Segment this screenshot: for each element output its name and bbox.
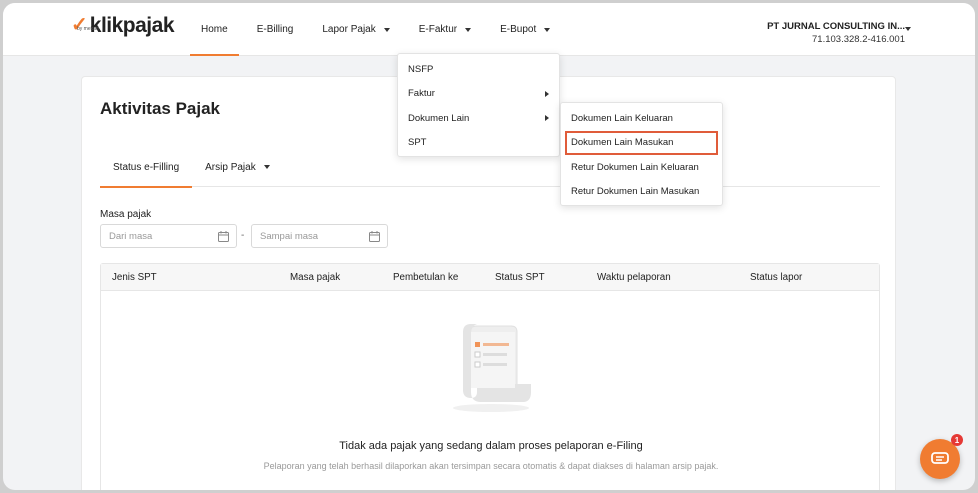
- submenu-retur-dokumen-lain-keluaran[interactable]: Retur Dokumen Lain Keluaran: [561, 155, 722, 180]
- date-range-separator: -: [241, 230, 245, 241]
- caret-down-icon: [465, 27, 472, 32]
- submenu-retur-keluaran-label: Retur Dokumen Lain Keluaran: [571, 161, 699, 173]
- menu-item-spt[interactable]: SPT: [398, 131, 559, 156]
- col-status-lapor: Status lapor: [750, 272, 803, 283]
- nav-e-bupot-label: E-Bupot: [500, 24, 537, 35]
- caret-down-icon: [383, 27, 390, 32]
- nav-e-bupot[interactable]: E-Bupot: [489, 3, 561, 56]
- menu-item-faktur[interactable]: Faktur: [398, 82, 559, 107]
- menu-item-nsfp-label: NSFP: [408, 63, 434, 75]
- submenu-dokumen-lain-masukan-label: Dokumen Lain Masukan: [571, 137, 674, 149]
- account-caret-down-icon[interactable]: [905, 27, 911, 31]
- menu-item-dokumen-lain-label: Dokumen Lain: [408, 112, 470, 124]
- nav-e-billing[interactable]: E-Billing: [246, 3, 305, 56]
- submenu-retur-masukan-label: Retur Dokumen Lain Masukan: [571, 186, 700, 198]
- nav-lapor-pajak-label: Lapor Pajak: [322, 24, 376, 35]
- tab-status-efilling-label: Status e-Filling: [113, 161, 180, 173]
- main-nav: Home E-Billing Lapor Pajak E-Faktur E-Bu…: [190, 3, 568, 56]
- spt-table: Jenis SPT Masa pajak Pembetulan ke Statu…: [100, 263, 880, 490]
- chat-icon: [931, 452, 949, 464]
- account-npwp: 71.103.328.2-416.001: [812, 34, 905, 45]
- menu-item-nsfp[interactable]: NSFP: [398, 57, 559, 82]
- empty-document-illustration: [453, 324, 531, 412]
- caret-down-icon: [544, 27, 551, 32]
- logo-subtext: by mekari: [77, 26, 99, 32]
- menu-item-dokumen-lain[interactable]: Dokumen Lain: [398, 106, 559, 131]
- empty-state-title: Tidak ada pajak yang sedang dalam proses…: [339, 440, 643, 452]
- submenu-dokumen-lain-keluaran-label: Dokumen Lain Keluaran: [571, 112, 673, 124]
- top-navbar: ✓ klikpajak by mekari Home E-Billing Lap…: [3, 3, 975, 56]
- account-name: PT JURNAL CONSULTING IN...: [767, 21, 905, 32]
- logo-check-icon: ✓: [71, 14, 88, 36]
- efaktur-dropdown-menu: NSFP Faktur Dokumen Lain SPT: [397, 53, 560, 157]
- col-pembetulan: Pembetulan ke: [393, 272, 459, 283]
- empty-state-description: Pelaporan yang telah berhasil dilaporkan…: [263, 461, 719, 471]
- submenu-dokumen-lain-keluaran[interactable]: Dokumen Lain Keluaran: [561, 106, 722, 131]
- nav-lapor-pajak[interactable]: Lapor Pajak: [311, 3, 400, 56]
- table-header: Jenis SPT Masa pajak Pembetulan ke Statu…: [101, 264, 879, 291]
- tab-arsip-pajak[interactable]: Arsip Pajak: [192, 147, 283, 187]
- calendar-icon: [369, 231, 380, 242]
- chevron-right-icon: [545, 115, 549, 121]
- col-masa-pajak: Masa pajak: [290, 272, 341, 283]
- submenu-retur-dokumen-lain-masukan[interactable]: Retur Dokumen Lain Masukan: [561, 180, 722, 205]
- col-waktu-pelaporan: Waktu pelaporan: [597, 272, 671, 283]
- account-switcher[interactable]: PT JURNAL CONSULTING IN... 71.103.328.2-…: [767, 20, 905, 46]
- caret-down-icon: [263, 165, 270, 169]
- col-jenis-spt: Jenis SPT: [112, 272, 157, 283]
- menu-item-spt-label: SPT: [408, 137, 427, 149]
- date-from-placeholder: Dari masa: [109, 230, 153, 242]
- chevron-right-icon: [545, 90, 549, 97]
- submenu-dokumen-lain-masukan[interactable]: Dokumen Lain Masukan: [565, 130, 718, 155]
- nav-home-label: Home: [201, 24, 228, 35]
- logo-text: klikpajak: [89, 14, 175, 37]
- col-status-spt: Status SPT: [495, 272, 545, 283]
- menu-item-faktur-label: Faktur: [408, 88, 435, 100]
- dokumen-lain-submenu: Dokumen Lain Keluaran Dokumen Lain Masuk…: [560, 102, 723, 206]
- calendar-icon: [218, 231, 229, 242]
- date-to-input[interactable]: Sampai masa: [251, 224, 388, 248]
- nav-e-faktur-label: E-Faktur: [418, 24, 458, 35]
- masa-pajak-label: Masa pajak: [100, 209, 152, 220]
- nav-home[interactable]: Home: [190, 3, 239, 56]
- nav-e-faktur[interactable]: E-Faktur: [408, 3, 482, 56]
- date-to-placeholder: Sampai masa: [260, 230, 319, 242]
- tab-status-efilling[interactable]: Status e-Filling: [100, 147, 193, 188]
- chat-notification-badge: 1: [951, 434, 963, 446]
- app-window: ✓ klikpajak by mekari Home E-Billing Lap…: [3, 3, 975, 490]
- tab-arsip-pajak-label: Arsip Pajak: [205, 161, 256, 173]
- nav-e-billing-label: E-Billing: [256, 24, 294, 35]
- date-from-input[interactable]: Dari masa: [100, 224, 237, 248]
- page-title: Aktivitas Pajak: [100, 99, 221, 118]
